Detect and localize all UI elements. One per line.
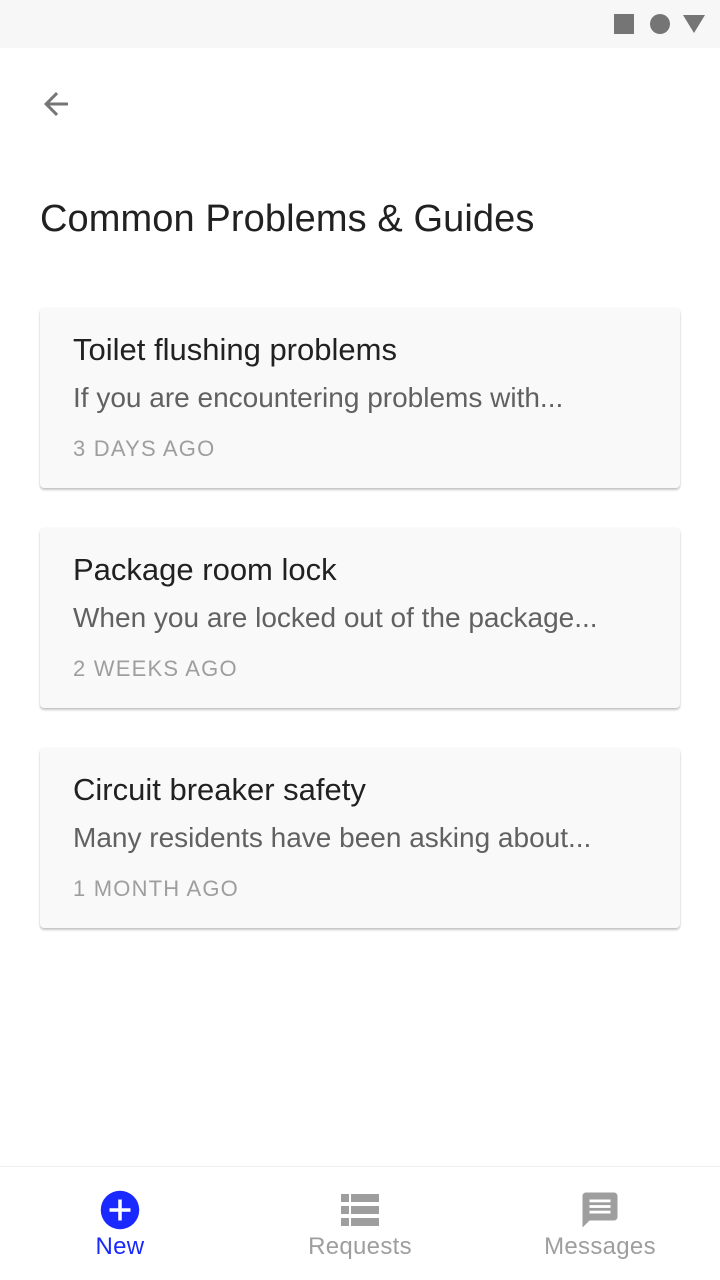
back-button[interactable] (28, 76, 84, 132)
nav-item-messages[interactable]: Messages (480, 1167, 720, 1280)
status-bar (0, 0, 720, 48)
card-title: Toilet flushing problems (73, 332, 397, 367)
nav-label: New (95, 1233, 145, 1260)
chat-icon (579, 1189, 621, 1231)
guide-card[interactable]: Circuit breaker safety Many residents ha… (40, 748, 680, 928)
card-excerpt: Many residents have been asking about... (73, 822, 592, 853)
card-timestamp: 2 WEEKS AGO (73, 656, 238, 681)
arrow-left-icon (44, 92, 68, 116)
nav-item-requests[interactable]: Requests (240, 1167, 480, 1280)
card-timestamp: 3 DAYS AGO (73, 436, 216, 461)
nav-label: Requests (308, 1233, 412, 1260)
triangle-icon (683, 15, 705, 33)
add-circle-icon (99, 1189, 141, 1231)
card-title: Circuit breaker safety (73, 772, 366, 807)
list-icon (339, 1189, 381, 1231)
square-icon (614, 14, 634, 34)
nav-item-new[interactable]: New (0, 1167, 240, 1280)
card-excerpt: When you are locked out of the package..… (73, 602, 598, 633)
card-timestamp: 1 MONTH AGO (73, 876, 239, 901)
guide-card[interactable]: Package room lock When you are locked ou… (40, 528, 680, 708)
bottom-navigation: New Requests Messages (0, 1166, 720, 1280)
card-title: Package room lock (73, 552, 337, 587)
page-title: Common Problems & Guides (40, 198, 535, 240)
guide-list: Toilet flushing problems If you are enco… (40, 308, 680, 968)
guide-card[interactable]: Toilet flushing problems If you are enco… (40, 308, 680, 488)
nav-label: Messages (544, 1233, 656, 1260)
card-excerpt: If you are encountering problems with... (73, 382, 564, 413)
circle-icon (650, 14, 670, 34)
screen: Common Problems & Guides Toilet flushing… (0, 0, 720, 1280)
